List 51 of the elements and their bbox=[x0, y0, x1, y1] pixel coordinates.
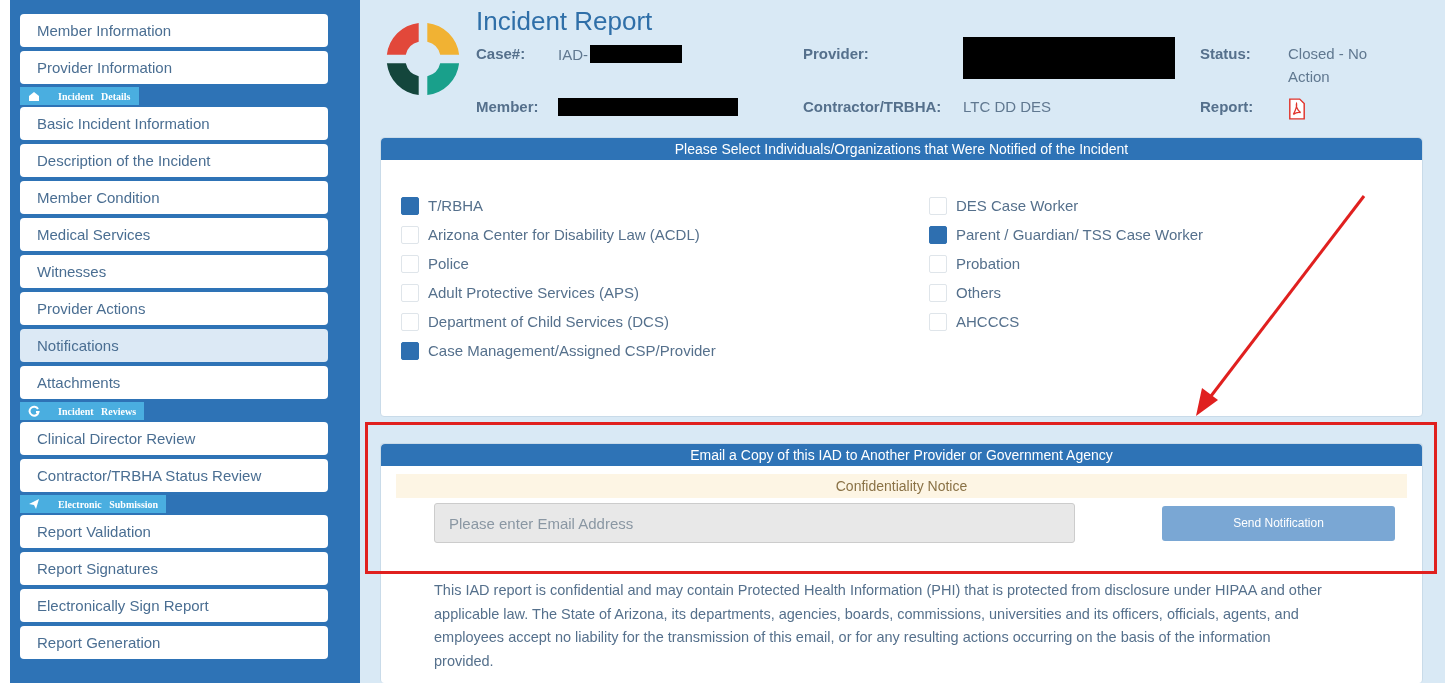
section-label: Incident Reviews bbox=[58, 405, 137, 417]
sidebar-item[interactable]: Witnesses bbox=[20, 255, 328, 288]
checkbox-label: Arizona Center for Disability Law (ACDL) bbox=[428, 226, 700, 243]
page-title: Incident Report bbox=[476, 6, 654, 37]
sidebar-item[interactable]: Member Condition bbox=[20, 181, 328, 214]
panel-title: Email a Copy of this IAD to Another Provider or Government Agency bbox=[381, 444, 1422, 466]
checkbox-label: Others bbox=[956, 284, 1001, 301]
panel-title: Please Select Individuals/Organizations that Were Notified of the Incident bbox=[381, 138, 1422, 160]
pdf-icon[interactable] bbox=[1288, 98, 1306, 120]
field-value: LTC DD DES bbox=[963, 98, 1053, 115]
field-label: Report: bbox=[1200, 98, 1255, 115]
sidebar-item[interactable]: Provider Information bbox=[20, 51, 328, 84]
sidebar-item[interactable]: Report Signatures bbox=[20, 552, 328, 585]
house-icon bbox=[28, 90, 40, 102]
sidebar-item[interactable]: Contractor/TRBHA Status Review bbox=[20, 459, 328, 492]
field-label: Provider: bbox=[803, 45, 870, 62]
sidebar-item[interactable]: Attachments bbox=[20, 366, 328, 399]
section-label: Electronic Submission bbox=[58, 498, 159, 510]
sidebar-item[interactable]: Report Validation bbox=[20, 515, 328, 548]
sidebar-item[interactable]: Report Generation bbox=[20, 626, 328, 659]
checkbox[interactable] bbox=[401, 196, 419, 215]
field-label: Status: bbox=[1200, 45, 1252, 62]
checkbox-label: Police bbox=[428, 255, 469, 272]
notice-title: Confidentiality Notice bbox=[835, 478, 968, 494]
checkbox-label: Parent / Guardian/ TSS Case Worker bbox=[956, 226, 1204, 243]
sidebar-item[interactable]: Notifications bbox=[20, 329, 328, 362]
sidebar-item[interactable]: Medical Services bbox=[20, 218, 328, 251]
paper-plane-icon bbox=[28, 498, 40, 510]
sidebar-item[interactable]: Provider Actions bbox=[20, 292, 328, 325]
checkbox[interactable] bbox=[929, 225, 947, 244]
field-label: Contractor/TRBHA: bbox=[803, 98, 943, 115]
sidebar-item[interactable]: Electronically Sign Report bbox=[20, 589, 328, 622]
status-value: Closed - No Action bbox=[1288, 44, 1369, 87]
sidebar-item[interactable]: Description of the Incident bbox=[20, 144, 328, 177]
checkbox-label: Probation bbox=[956, 255, 1021, 272]
disclaimer-text: This IAD report is confidential and may contain Protected Health Information (PHI) that is protected from disclosure under HIPAA and other applicable law. The State of Arizona, its departments, agencies, boards, commissions, universities and its officers, officials, agents, and employees accept no liability for the transmission of this email, or for any resulting actions occurring on the basis of the information provided. bbox=[434, 581, 1323, 671]
section-label: Incident Details bbox=[58, 90, 131, 102]
checkbox-label: Department of Child Services (DCS) bbox=[428, 313, 669, 330]
sidebar-item[interactable]: Clinical Director Review bbox=[20, 422, 328, 455]
sidebar-item[interactable]: Member Information bbox=[20, 14, 328, 47]
field-value: IAD- bbox=[558, 45, 588, 63]
checkbox[interactable] bbox=[401, 341, 419, 360]
sidebar-item[interactable]: Basic Incident Information bbox=[20, 107, 328, 140]
checkbox-label: DES Case Worker bbox=[956, 197, 1079, 214]
field-label: Member: bbox=[476, 98, 540, 115]
email-input[interactable]: Please enter Email Address bbox=[434, 503, 1075, 543]
checkbox-label: AHCCCS bbox=[956, 313, 1020, 330]
checkbox-label: T/RBHA bbox=[428, 197, 483, 214]
field-label: Case#: bbox=[476, 45, 527, 62]
checkbox-label: Case Management/Assigned CSP/Provider bbox=[428, 342, 716, 359]
checkbox-label: Adult Protective Services (APS) bbox=[428, 284, 639, 301]
